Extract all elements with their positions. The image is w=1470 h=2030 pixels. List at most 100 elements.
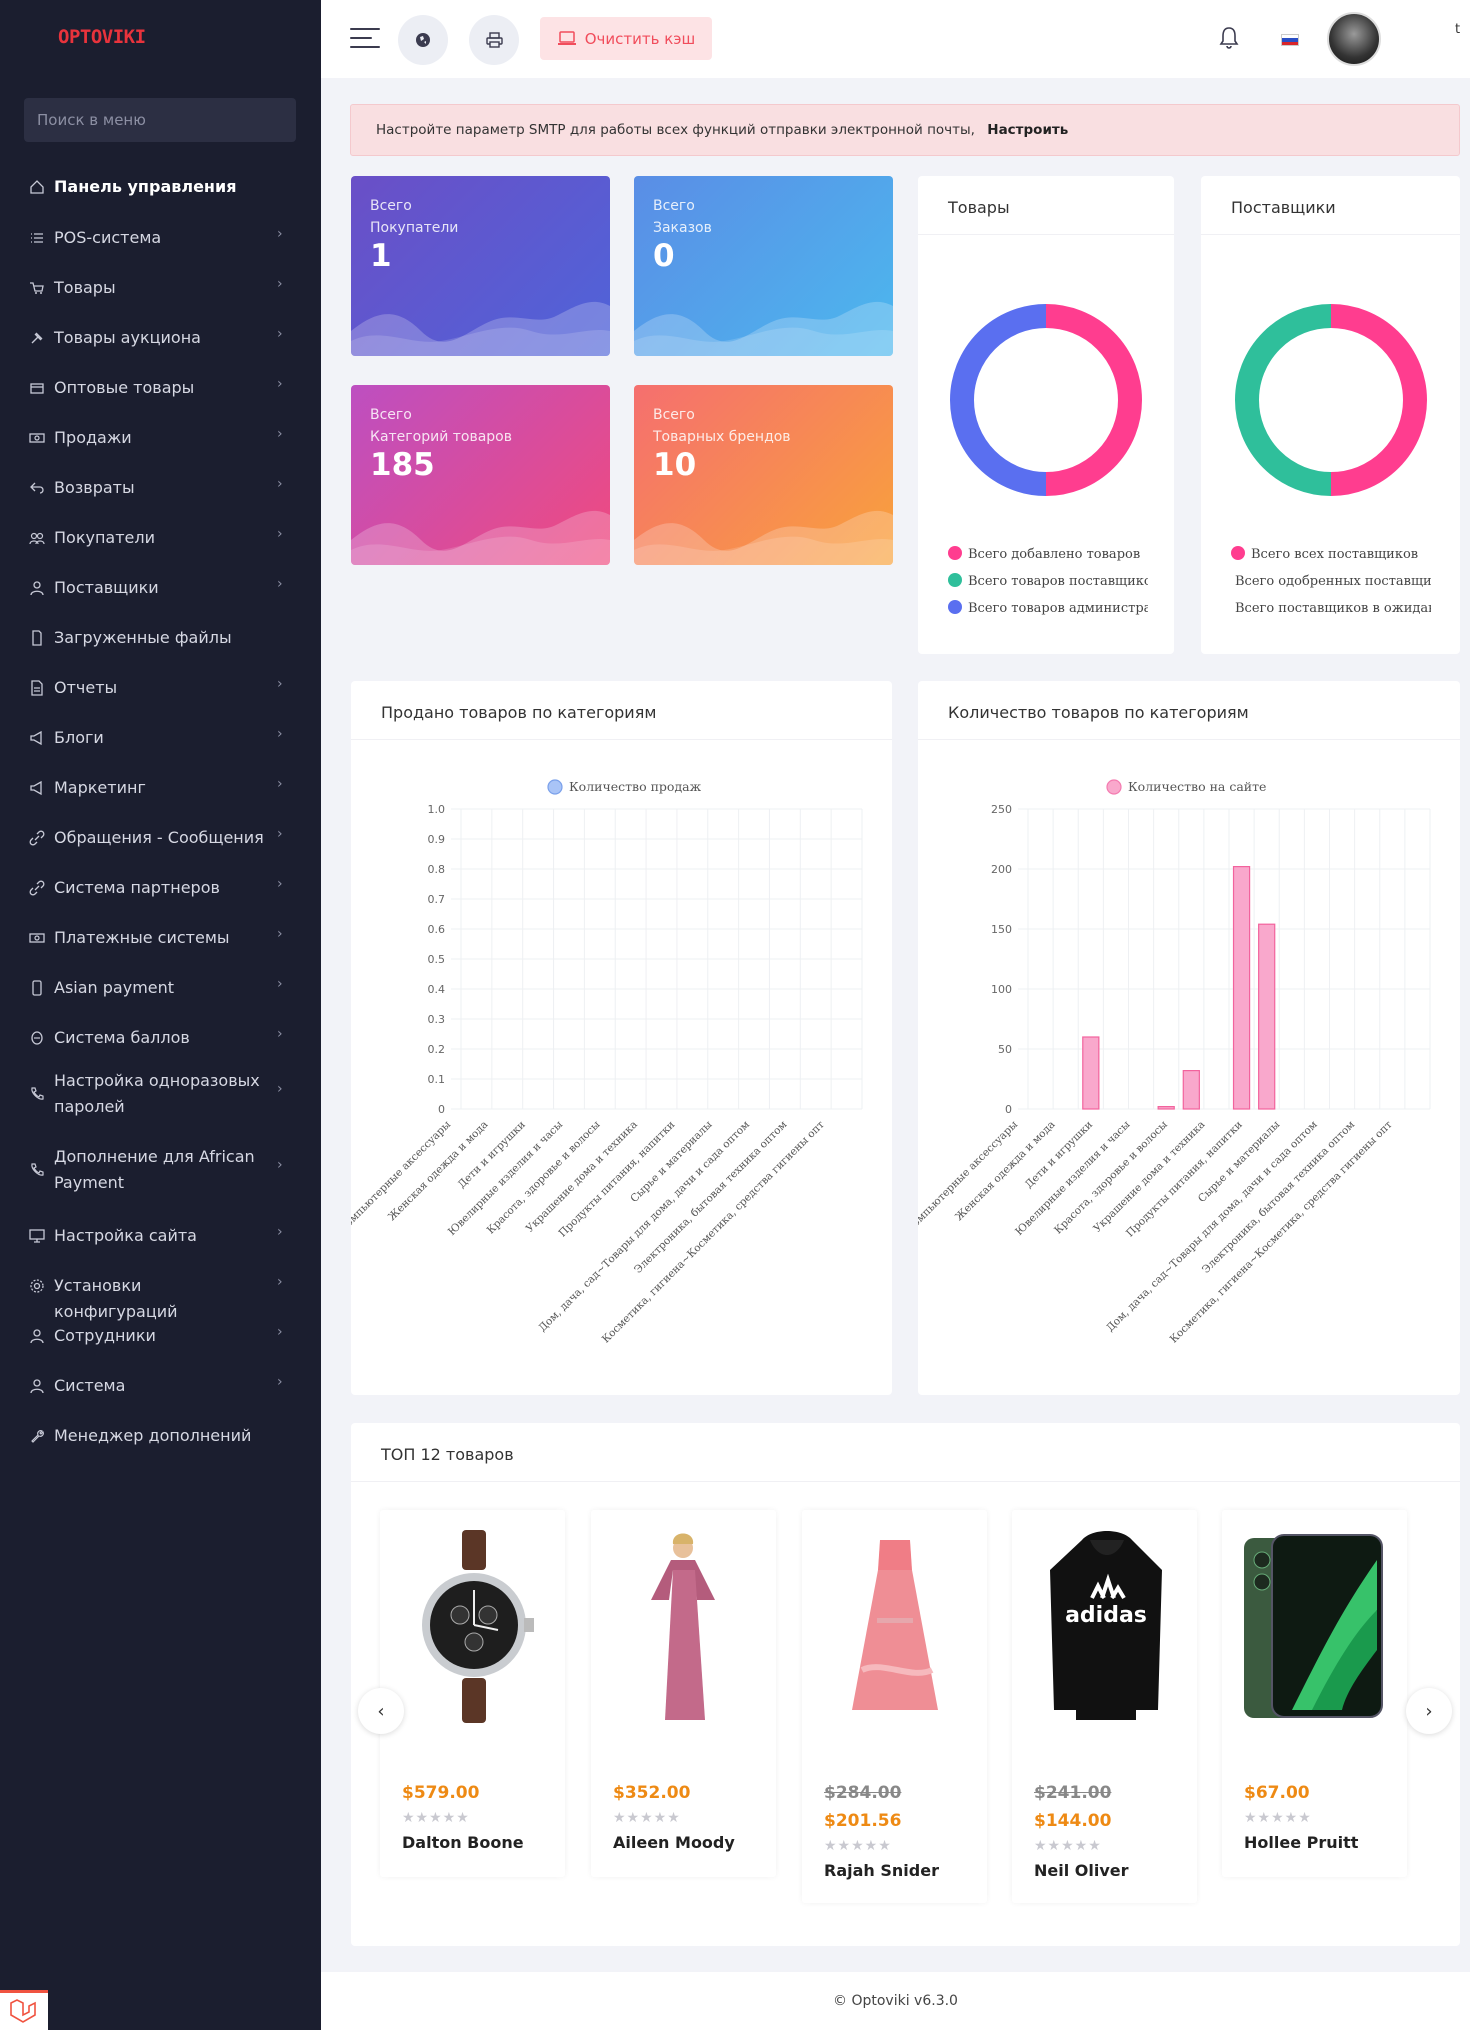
carousel-prev-button[interactable]: ‹ [358,1688,404,1734]
sidebar-item-label: Система [54,1376,126,1395]
sidebar-item-8[interactable]: Поставщики › [0,575,321,601]
alert-configure-link[interactable]: Настроить [987,122,1068,138]
product-card[interactable]: $579.00 ★★★★★ Dalton Boone [380,1510,565,1877]
print-button[interactable] [469,15,519,65]
product-card[interactable]: $352.00 ★★★★★ Aileen Moody [591,1510,776,1877]
sidebar-item-14[interactable]: Система партнеров › [0,875,321,901]
bar[interactable] [1182,1070,1200,1110]
sidebar-item-1[interactable]: POS-система › [0,225,321,251]
chevron-right-icon: › [277,476,283,492]
footer: © Optoviki v6.3.0 [321,1972,1470,2030]
sidebar-item-11[interactable]: Блоги › [0,725,321,751]
y-tick-label: 0.5 [428,953,446,966]
product-card[interactable]: $284.00 $201.56 ★★★★★ Rajah Snider [802,1510,987,1903]
menu-search-input[interactable]: Поиск в меню [24,98,296,142]
product-price: $201.56 [824,1811,902,1831]
logo[interactable]: OPTOVIKI [58,26,146,48]
sidebar-item-10[interactable]: Отчеты › [0,675,321,701]
sidebar-item-23[interactable]: Система › [0,1373,321,1399]
donut-legend-item[interactable]: Всего добавлено товаров [948,546,1148,562]
donut-slice-2[interactable] [950,304,1047,496]
sidebar-item-2[interactable]: Товары › [0,275,321,301]
sidebar-item-16[interactable]: Asian payment › [0,975,321,1001]
home-icon [29,179,45,195]
product-name[interactable]: Rajah Snider [824,1861,939,1880]
clear-cache-button[interactable]: Очистить кэш [540,17,712,60]
chevron-right-icon: › [277,1374,283,1390]
stat-label-prefix: Всего [370,407,412,423]
clear-cache-label: Очистить кэш [584,29,696,48]
product-name[interactable]: Dalton Boone [402,1833,524,1852]
sidebar-item-19[interactable]: Дополнение для African Payment › [0,1144,321,1196]
product-rating: ★★★★★ [402,1810,470,1826]
chevron-right-icon: › [277,1081,283,1097]
sidebar-item-3[interactable]: Товары аукциона › [0,325,321,351]
x-tick-label: Дети и игрушки [1023,1119,1095,1191]
donut-legend-item[interactable]: Всего всех поставщиков [1231,546,1431,562]
sidebar-item-label: Asian payment [54,978,175,997]
product-name[interactable]: Aileen Moody [613,1833,735,1852]
russian-flag-icon[interactable] [1281,34,1299,46]
sidebar-item-20[interactable]: Настройка сайта › [0,1223,321,1249]
sidebar-item-0[interactable]: Панель управления [0,174,321,200]
chevron-right-icon: › [277,1157,283,1173]
sidebar-item-label: Товары аукциона [54,328,201,347]
avatar[interactable] [1327,12,1381,66]
bar[interactable] [1157,1106,1175,1110]
products-by-category-card: Количество товаров по категориям Количес… [918,681,1460,1395]
sidebar-item-21[interactable]: Установки конфигураций › [0,1273,321,1321]
product-card[interactable]: $67.00 ★★★★★ Hollee Pruitt [1222,1510,1407,1877]
product-name[interactable]: Hollee Pruitt [1244,1833,1358,1852]
y-tick-label: 0.7 [428,893,446,906]
hoodie-image[interactable]: adidas [1032,1530,1177,1730]
donut-slice-1[interactable] [1235,304,1332,496]
dress-image[interactable] [611,1530,756,1730]
y-tick-label: 0.3 [428,1013,446,1026]
phone-image[interactable] [1242,1530,1387,1730]
top-products-title: ТОП 12 товаров [381,1445,514,1464]
donut-legend-item[interactable]: Всего поставщиков в ожидании [1231,600,1431,616]
stat-label: Категорий товаров [370,429,512,445]
sidebar-item-24[interactable]: Менеджер дополнений [0,1423,321,1449]
user-initial: t [1455,22,1461,37]
sidebar-item-18[interactable]: Настройка одноразовых паролей › [0,1068,321,1120]
product-card[interactable]: adidas $241.00 $144.00 ★★★★★ Neil Oliver [1012,1510,1197,1903]
chevron-right-icon: › [277,1224,283,1240]
donut-legend-item[interactable]: Всего товаров поставщиков [948,573,1148,589]
sidebar-item-6[interactable]: Возвраты › [0,475,321,501]
watch-image[interactable] [400,1530,545,1730]
donut-legend-item[interactable]: Всего одобренных поставщиков [1231,573,1431,589]
legend-label: Всего одобренных поставщиков [1235,574,1431,589]
hamburger-icon[interactable] [350,28,380,50]
bar[interactable] [1232,865,1251,1110]
carousel-next-button[interactable]: › [1406,1688,1452,1734]
sidebar-item-7[interactable]: Покупатели › [0,525,321,551]
product-name[interactable]: Neil Oliver [1034,1861,1129,1880]
chevron-right-icon: › [277,376,283,392]
y-tick-label: 0.6 [428,923,446,936]
sidebar-item-22[interactable]: Сотрудники › [0,1323,321,1349]
chevron-right-icon: › [277,226,283,242]
sidebar-item-15[interactable]: Платежные системы › [0,925,321,951]
sidebar-item-12[interactable]: Маркетинг › [0,775,321,801]
sidebar-item-17[interactable]: Система баллов › [0,1025,321,1051]
sidebar-item-label: Система партнеров [54,878,220,897]
sidebar-item-5[interactable]: Продажи › [0,425,321,451]
donut-legend-item[interactable]: Всего товаров администратора [948,600,1148,616]
box-icon [29,380,45,396]
x-tick-label: Дети и игрушки [456,1119,528,1191]
bar[interactable] [1082,1036,1100,1110]
sidebar-item-4[interactable]: Оптовые товары › [0,375,321,401]
donut-slice-0[interactable] [1045,304,1142,496]
sidebar-item-13[interactable]: Обращения - Сообщения › [0,825,321,851]
globe-button[interactable] [398,15,448,65]
phone-call-icon [29,1162,45,1178]
donut-slice-0[interactable] [1330,304,1427,496]
sidebar-item-9[interactable]: Загруженные файлы [0,625,321,651]
sidebar-item-label: Сотрудники [54,1326,156,1345]
pink-dress-image[interactable] [822,1530,967,1730]
product-old-price: $284.00 [824,1783,902,1803]
sidebar-item-label: Блоги [54,728,104,747]
bar[interactable] [1258,923,1276,1110]
bell-icon[interactable] [1219,26,1239,54]
